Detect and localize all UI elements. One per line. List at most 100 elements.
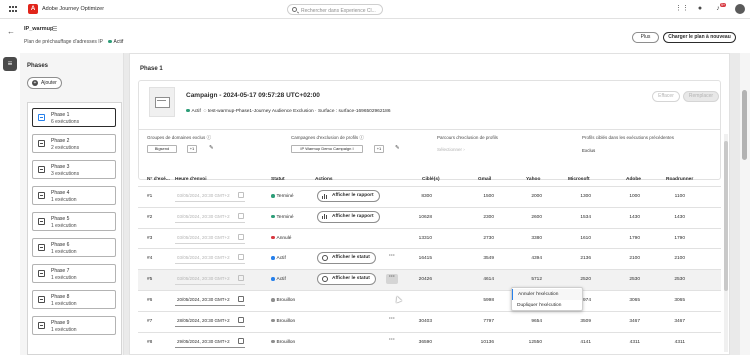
cell-value: 1610	[580, 235, 591, 241]
app-switcher-icon[interactable]	[9, 6, 17, 13]
status-label: Brouillon	[276, 298, 296, 304]
col-header-adobe[interactable]: Adobe	[626, 177, 641, 182]
col-header-actions[interactable]: Actions	[315, 177, 333, 182]
calendar-icon[interactable]	[238, 296, 244, 302]
send-time-input: 03/05/2024, 20:30 GMT+2	[175, 274, 245, 286]
row-action-button[interactable]: Afficher le rapport	[317, 210, 380, 223]
add-phase-button[interactable]: + Ajouter	[27, 77, 62, 89]
duplicate-execution-menu-item[interactable]: Dupliquer l'exécution	[512, 300, 582, 311]
calendar-icon[interactable]	[238, 337, 244, 344]
phase-card-8[interactable]: Phase 81 exécution	[32, 290, 116, 309]
cell-value: 1790	[674, 235, 685, 241]
edit-pencil-icon[interactable]: ✎	[209, 145, 214, 151]
campaign-exclusion-more-chip[interactable]: +1	[374, 145, 384, 153]
back-arrow-icon[interactable]: ←	[7, 27, 15, 36]
phase-card-5[interactable]: Phase 51 exécution	[32, 212, 116, 231]
cell-value: 16415	[418, 256, 432, 262]
phase-list: Phase 16 exécutions Phase 22 exécutions …	[27, 102, 122, 355]
col-header-yahoo[interactable]: Yahoo	[526, 177, 540, 182]
search-input[interactable]: Rechercher dans Experience Cl...	[287, 4, 383, 15]
edit-pencil-icon[interactable]: ✎	[395, 145, 400, 151]
cell-value: 2136	[580, 256, 591, 262]
col-header-gmail[interactable]: Gmail	[478, 177, 491, 182]
avatar[interactable]	[735, 4, 745, 14]
campaign-exclusion-chip[interactable]: IP Warmup Demo Campaign I	[291, 145, 363, 153]
status-label: Brouillon	[276, 339, 296, 345]
search-icon	[292, 7, 297, 12]
app-title: Adobe Journey Optimizer	[42, 6, 105, 12]
phase-card-1[interactable]: Phase 16 exécutions	[32, 108, 116, 127]
col-header-microsoft[interactable]: Microsoft	[568, 177, 590, 182]
execution-context-menu: Annuler l'exécution Dupliquer l'exécutio…	[511, 287, 583, 311]
cell-value: 8300	[421, 194, 432, 199]
col-header-send-time[interactable]: Heure d'envoi	[175, 177, 207, 182]
cancel-execution-menu-item[interactable]: Annuler l'exécution	[512, 289, 582, 300]
row-action-button[interactable]: Afficher le statut	[317, 273, 376, 286]
phase-card-4[interactable]: Phase 41 exécution	[32, 186, 116, 205]
more-button[interactable]: Plus	[632, 32, 659, 43]
table-scrollbar[interactable]	[724, 141, 728, 291]
add-phase-label: Ajouter	[41, 80, 57, 86]
more-actions-icon[interactable]: ···	[386, 337, 398, 347]
bar-chart-icon	[322, 214, 328, 220]
cell-value: 1100	[674, 194, 685, 199]
plan-subtitle: Plan de préchauffage d'adresses IP	[24, 39, 103, 45]
campaign-title: Campaign - 2024-05-17 09:57:28 UTC+02:00	[186, 92, 320, 99]
campaign-meta: Actif ◌ test-warmup-Phase1-Journey Audie…	[186, 108, 391, 114]
more-actions-icon[interactable]: ···	[386, 274, 398, 285]
send-time-input[interactable]: 20/05/2024, 20:30 GMT+2	[175, 295, 245, 306]
phase-card-7[interactable]: Phase 71 exécution	[32, 264, 116, 283]
settings-sliders-icon[interactable]: ☰	[52, 26, 57, 33]
send-time-input[interactable]: 28/05/2024, 20:30 GMT+2	[175, 316, 245, 327]
execution-number: #5	[147, 277, 153, 283]
phase-card-2[interactable]: Phase 22 exécutions	[32, 134, 116, 153]
page-header: ← IP_warmup ☰ Plan de préchauffage d'adr…	[0, 19, 750, 53]
row-action-label: Afficher le rapport	[332, 213, 374, 219]
cell-value: 3065	[629, 298, 640, 303]
col-header-targeted[interactable]: Ciblé(s)	[422, 177, 440, 182]
status-dot	[271, 256, 275, 260]
phase-card-3[interactable]: Phase 33 exécutions	[32, 160, 116, 179]
reload-plan-button[interactable]: Charger le plan à nouveau	[663, 32, 736, 43]
apps-grid-icon[interactable]: ⋮⋮	[675, 4, 689, 14]
phase-icon	[38, 192, 45, 199]
phase-name: Phase 4	[51, 190, 70, 196]
delete-campaign-button[interactable]: Effacer	[652, 91, 680, 102]
send-time-input[interactable]: 29/05/2024, 20:30 GMT+2	[175, 337, 245, 348]
col-header-num[interactable]: N° d'exé...	[147, 177, 170, 182]
more-actions-icon[interactable]: ···	[386, 253, 398, 263]
domain-group-chip[interactable]: Bigsend	[147, 145, 177, 153]
col-header-status[interactable]: Statut	[271, 177, 285, 182]
help-icon[interactable]: ●	[695, 4, 705, 14]
row-action-button[interactable]: Afficher le rapport	[317, 190, 380, 202]
cell-value: 4394	[531, 256, 542, 262]
execution-number: #4	[147, 256, 153, 262]
status-label: Actif	[276, 256, 286, 262]
phases-panel: Phases + Ajouter Phase 16 exécutions Pha…	[20, 53, 124, 355]
calendar-icon[interactable]	[238, 316, 244, 323]
page-scrollbar[interactable]	[742, 90, 747, 160]
phase-name: Phase 9	[51, 320, 70, 326]
col-header-roadrunner[interactable]: Roadrunner	[666, 177, 693, 182]
journey-exclusion-select[interactable]: Sélectionner ›	[437, 147, 465, 152]
notification-badge: 9+	[720, 3, 726, 7]
phase-card-9[interactable]: Phase 91 exécution	[32, 316, 116, 335]
execution-number: #6	[147, 298, 153, 303]
replace-campaign-button[interactable]: Remplacer	[683, 91, 719, 102]
row-action-button[interactable]: Afficher le statut	[317, 252, 376, 265]
layers-icon[interactable]: ≡	[3, 57, 17, 71]
more-actions-icon[interactable]: ···	[386, 316, 398, 326]
cell-value: 3509	[580, 318, 591, 324]
campaign-journey: test-warmup-Phase1-Journey Audience Excl…	[207, 109, 314, 114]
status-dot	[271, 277, 275, 281]
status-label: Terminé	[276, 194, 294, 200]
cell-value: 1790	[629, 235, 640, 241]
plan-status: Actif	[108, 39, 123, 45]
phase-card-6[interactable]: Phase 61 exécution	[32, 238, 116, 257]
cell-value: 7797	[483, 318, 494, 324]
phase-executions: 1 exécution	[51, 197, 77, 203]
phase-name: Phase 3	[51, 164, 70, 170]
domain-group-more-chip[interactable]: +1	[187, 145, 197, 153]
status-badge: Actif	[271, 277, 286, 282]
left-rail: ≡	[0, 53, 20, 355]
